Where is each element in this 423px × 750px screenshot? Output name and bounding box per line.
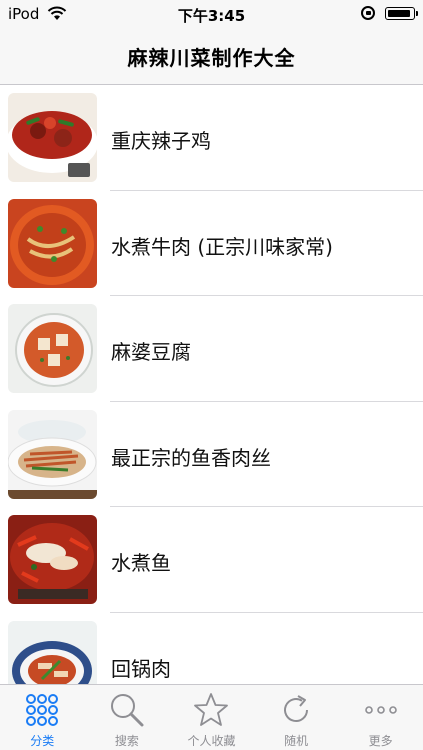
recipe-row[interactable]: 重庆辣子鸡 bbox=[0, 85, 423, 191]
tab-more[interactable]: 更多 bbox=[338, 685, 423, 750]
tab-label: 个人收藏 bbox=[187, 734, 236, 748]
tab-label: 搜索 bbox=[114, 734, 139, 748]
rotation-lock-icon bbox=[361, 6, 375, 20]
recipe-name: 水煮牛肉 (正宗川味家常) bbox=[111, 234, 333, 259]
tab-search[interactable]: 搜索 bbox=[85, 685, 170, 750]
recipe-row[interactable]: 麻婆豆腐 bbox=[0, 296, 423, 402]
tab-favorites[interactable]: 个人收藏 bbox=[169, 685, 254, 750]
tab-categories[interactable]: 分类 bbox=[0, 685, 85, 750]
tab-label: 更多 bbox=[368, 734, 393, 748]
recipe-name: 重庆辣子鸡 bbox=[111, 129, 211, 153]
recipe-row[interactable]: 回锅肉 bbox=[0, 613, 423, 685]
battery-icon bbox=[385, 6, 418, 20]
recipe-thumbnail bbox=[8, 409, 97, 499]
recipe-thumbnail bbox=[8, 198, 97, 288]
more-dots-icon bbox=[363, 692, 399, 728]
refresh-icon bbox=[278, 692, 314, 728]
navigation-bar: 麻辣川菜制作大全 bbox=[0, 28, 423, 85]
recipe-name: 水煮鱼 bbox=[111, 551, 171, 575]
tab-label: 随机 bbox=[284, 734, 309, 748]
grid-dots-icon bbox=[24, 692, 60, 728]
recipe-row[interactable]: 水煮鱼 bbox=[0, 507, 423, 613]
tab-label: 分类 bbox=[30, 734, 55, 748]
page-title: 麻辣川菜制作大全 bbox=[127, 46, 296, 70]
magnifier-icon bbox=[109, 692, 145, 728]
star-icon bbox=[193, 692, 229, 728]
recipe-name: 回锅肉 bbox=[111, 656, 171, 681]
recipe-thumbnail bbox=[8, 620, 97, 685]
recipe-name: 最正宗的鱼香肉丝 bbox=[111, 445, 271, 470]
recipe-name: 麻婆豆腐 bbox=[111, 340, 191, 364]
recipe-list[interactable]: 重庆辣子鸡 水煮牛肉 (正宗川味家常) 麻婆豆腐 最正宗的鱼香肉丝 水煮鱼 回锅… bbox=[0, 85, 423, 685]
tab-random[interactable]: 随机 bbox=[254, 685, 339, 750]
recipe-row[interactable]: 最正宗的鱼香肉丝 bbox=[0, 402, 423, 507]
status-bar: iPod 下午3:45 bbox=[0, 0, 423, 28]
recipe-thumbnail bbox=[8, 93, 97, 182]
recipe-row[interactable]: 水煮牛肉 (正宗川味家常) bbox=[0, 191, 423, 296]
status-right bbox=[361, 6, 418, 20]
tab-bar: 分类 搜索 个人收藏 随机 更多 bbox=[0, 684, 423, 750]
recipe-thumbnail bbox=[8, 304, 97, 393]
recipe-thumbnail bbox=[8, 515, 97, 604]
status-time: 下午3:45 bbox=[177, 7, 246, 25]
